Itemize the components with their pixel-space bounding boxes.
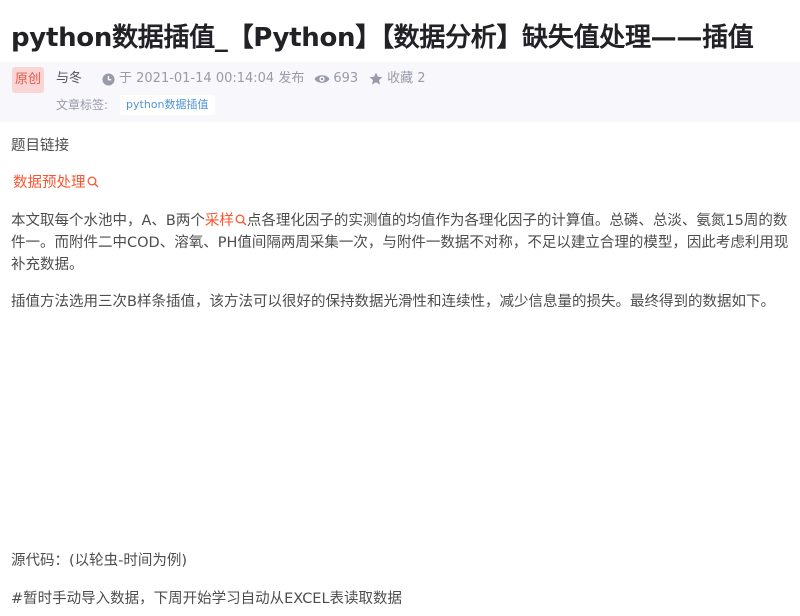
tags-label: 文章标签:: [56, 98, 109, 112]
paragraph-preprocessing: 数据预处理: [13, 172, 800, 195]
preprocessing-link[interactable]: 数据预处理: [13, 175, 86, 191]
paragraph-problem-link: 题目链接: [11, 138, 69, 154]
article-meta-box: 原创 与冬 于 2021-01-14 00:14:04 发布 693 收藏 2: [0, 62, 800, 122]
search-icon[interactable]: [87, 173, 99, 195]
paragraph-method-line-3: 补充数据。: [11, 257, 84, 273]
eye-icon: [314, 71, 330, 87]
clock-icon: [100, 71, 116, 87]
original-badge: 原创: [12, 67, 44, 93]
paragraph-source-code: 源代码：(以轮虫-时间为例): [11, 553, 188, 569]
star-icon[interactable]: [368, 71, 384, 87]
paragraph-method-line-2: 件一。而附件二中COD、溶氧、PH值间隔两周采集一次，与附件一数据不对称，不足以…: [11, 235, 789, 251]
tag-chip[interactable]: python数据插值: [120, 95, 215, 115]
sampling-link[interactable]: 采样: [205, 213, 234, 229]
search-icon[interactable]: [235, 211, 247, 233]
favorite-count[interactable]: 收藏 2: [387, 69, 425, 89]
article-tags-row: 文章标签: python数据插值: [56, 95, 215, 115]
paragraph-text: 点各理化因子的实测值的均值作为各理化因子的计算值。总磷、总淡、氨氮15周的数: [246, 213, 788, 229]
code-comment-line: #暂时手动导入数据，下周开始学习自动从EXCEL表读取数据: [11, 591, 403, 607]
author-name[interactable]: 与冬: [56, 69, 82, 89]
article-info-row: 于 2021-01-14 00:14:04 发布 693 收藏 2: [100, 69, 426, 89]
paragraph-method-line-1: 本文取每个水池中，A、B两个采样 点各理化因子的实测值的均值作为各理化因子的计算值…: [11, 210, 800, 233]
view-count: 693: [333, 71, 359, 86]
publish-time: 于 2021-01-14 00:14:04 发布: [119, 71, 305, 86]
paragraph-interpolation: 插值方法选用三次B样条插值，该方法可以很好的保持数据光滑性和连续性，减少信息量的…: [11, 294, 775, 310]
paragraph-text: 本文取每个水池中，A、B两个: [11, 213, 205, 229]
article-title: python数据插值_【Python】【数据分析】缺失值处理——插值: [11, 23, 754, 53]
